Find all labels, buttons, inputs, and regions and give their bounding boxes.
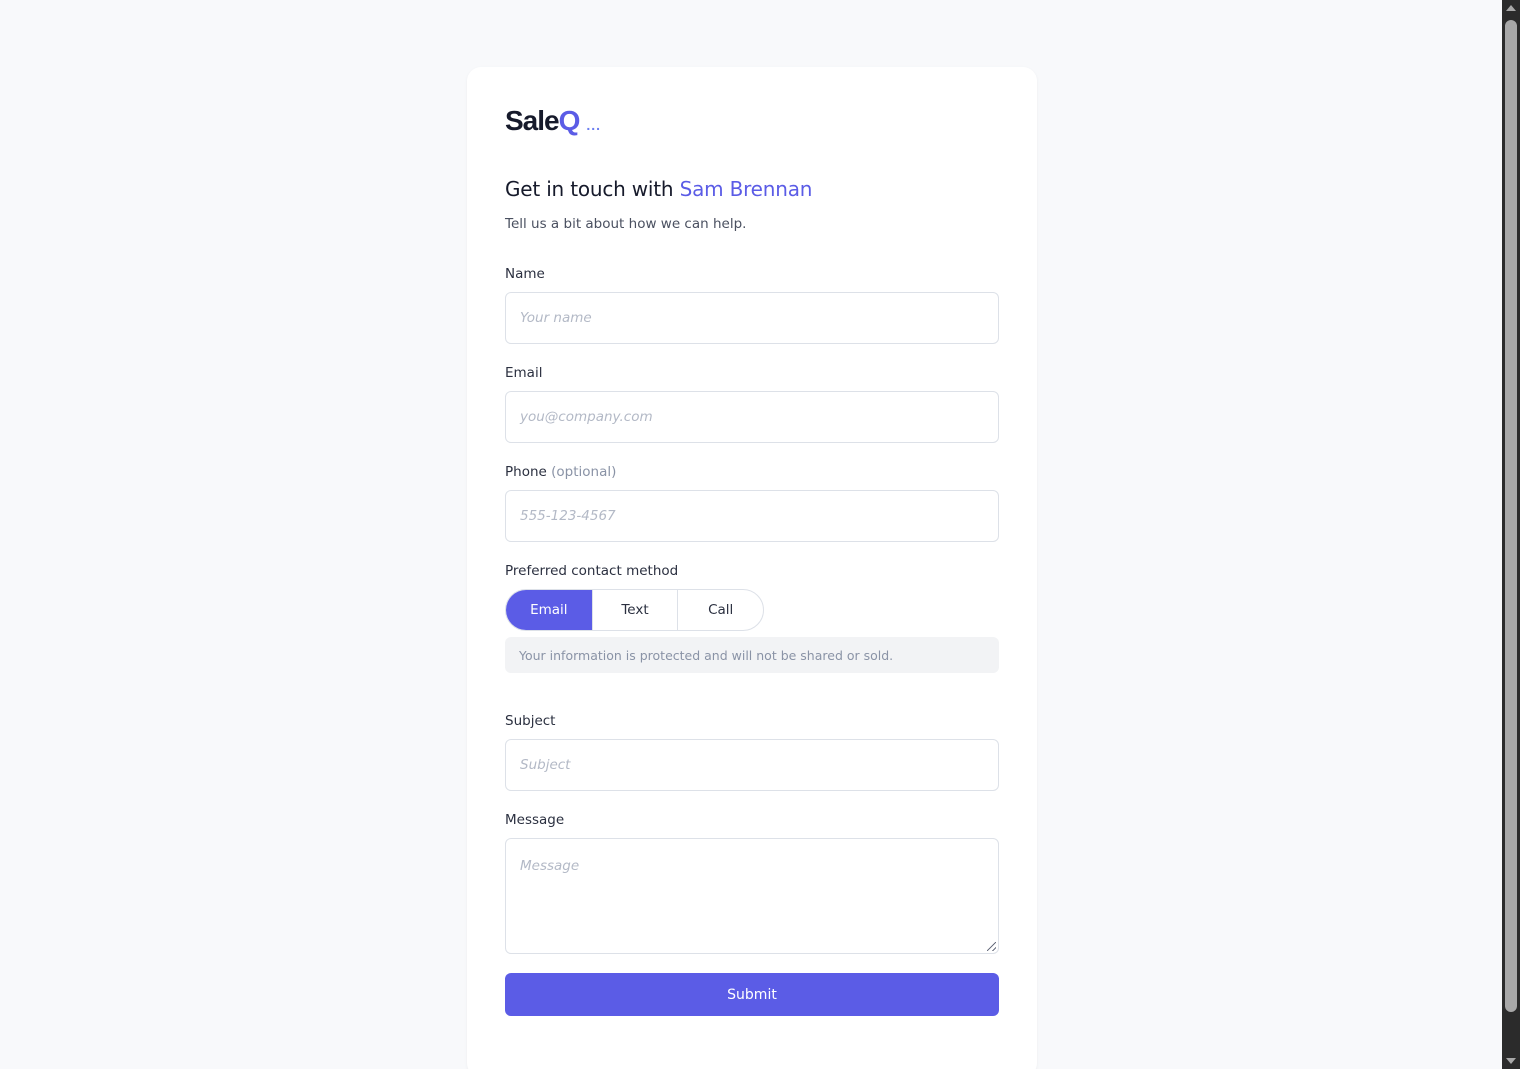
saleq-logo: Sale Q... (505, 105, 999, 141)
contact-method-text[interactable]: Text (591, 590, 678, 630)
subject-label: Subject (505, 713, 556, 729)
scroll-down-arrow-icon[interactable] (1506, 1058, 1516, 1064)
submit-button[interactable]: Submit (505, 973, 999, 1016)
page-scrollbar[interactable] (1502, 0, 1520, 1069)
contact-method-call[interactable]: Call (677, 590, 763, 630)
resize-handle-icon[interactable] (987, 942, 996, 951)
subject-placeholder: Subject (520, 757, 571, 773)
name-input[interactable]: Your name (505, 292, 999, 344)
contact-method-label: Preferred contact method (505, 563, 679, 579)
logo-dots-icon: ... (586, 117, 602, 133)
scrollbar-thumb[interactable] (1505, 20, 1517, 1012)
contact-method-toggle: Email Text Call (505, 589, 764, 631)
phone-group: Phone (optional) 555-123-4567 (505, 464, 999, 542)
message-textarea[interactable]: Message (505, 838, 999, 954)
contact-method-group: Preferred contact method Email Text Call… (505, 563, 999, 673)
page-subtitle: Tell us a bit about how we can help. (505, 216, 747, 232)
phone-input[interactable]: 555-123-4567 (505, 490, 999, 542)
contact-method-email[interactable]: Email (506, 590, 592, 630)
name-placeholder: Your name (520, 310, 592, 326)
name-label: Name (505, 266, 545, 282)
phone-placeholder: 555-123-4567 (520, 508, 616, 524)
message-label: Message (505, 812, 565, 828)
scroll-up-arrow-icon[interactable] (1506, 5, 1516, 11)
page-title: Get in touch with Sam Brennan (505, 177, 999, 205)
subject-group: Subject Subject (505, 713, 999, 791)
logo-text: Sale (505, 105, 560, 136)
phone-optional-hint: (optional) (551, 464, 617, 480)
email-label: Email (505, 365, 543, 381)
message-placeholder: Message (520, 858, 580, 874)
phone-label: Phone (optional) (505, 464, 999, 482)
name-group: Name Your name (505, 266, 999, 344)
email-group: Email you@company.com (505, 365, 999, 443)
email-input[interactable]: you@company.com (505, 391, 999, 443)
email-placeholder: you@company.com (520, 409, 653, 425)
privacy-notice: Your information is protected and will n… (505, 637, 999, 673)
subject-input[interactable]: Subject (505, 739, 999, 791)
title-prefix: Get in touch with (505, 177, 680, 201)
message-group: Message Message (505, 812, 999, 954)
phone-label-text: Phone (505, 464, 547, 480)
contact-card: Sale Q... Get in touch with Sam Brennan T… (467, 67, 1037, 1069)
agent-name: Sam Brennan (679, 177, 813, 201)
logo-accent: Q (558, 105, 581, 136)
